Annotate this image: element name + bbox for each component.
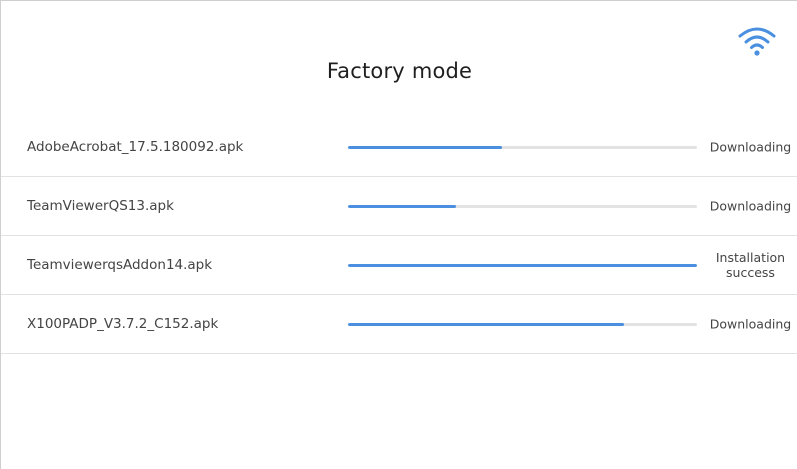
list-item: X100PADP_V3.7.2_C152.apk Downloading <box>1 295 797 354</box>
factory-mode-screen: Factory mode AdobeAcrobat_17.5.180092.ap… <box>0 0 797 469</box>
progress-fill <box>348 145 502 149</box>
progress-fill <box>348 264 697 267</box>
list-item: AdobeAcrobat_17.5.180092.apk Downloading <box>1 117 797 177</box>
list-item: TeamviewerqsAddon14.apk Installation suc… <box>1 236 797 295</box>
file-name: TeamViewerQS13.apk <box>27 198 174 214</box>
status-text: Installation success <box>715 250 786 280</box>
file-name: TeamviewerqsAddon14.apk <box>27 257 213 273</box>
progress-bar <box>348 145 697 149</box>
progress-bar <box>348 264 697 267</box>
progress-bar <box>348 205 697 208</box>
wifi-icon <box>738 27 776 56</box>
progress-fill <box>348 205 457 208</box>
page-title: Factory mode <box>326 59 473 83</box>
list-item: TeamViewerQS13.apk Downloading <box>1 177 797 236</box>
status-text: Downloading <box>709 198 792 214</box>
status-text: Downloading <box>709 139 792 154</box>
file-name: AdobeAcrobat_17.5.180092.apk <box>27 138 244 155</box>
status-text: Downloading <box>709 316 792 332</box>
progress-bar <box>348 323 697 326</box>
progress-fill <box>348 323 624 326</box>
download-list: AdobeAcrobat_17.5.180092.apk Downloading… <box>1 117 797 354</box>
file-name: X100PADP_V3.7.2_C152.apk <box>27 316 219 332</box>
